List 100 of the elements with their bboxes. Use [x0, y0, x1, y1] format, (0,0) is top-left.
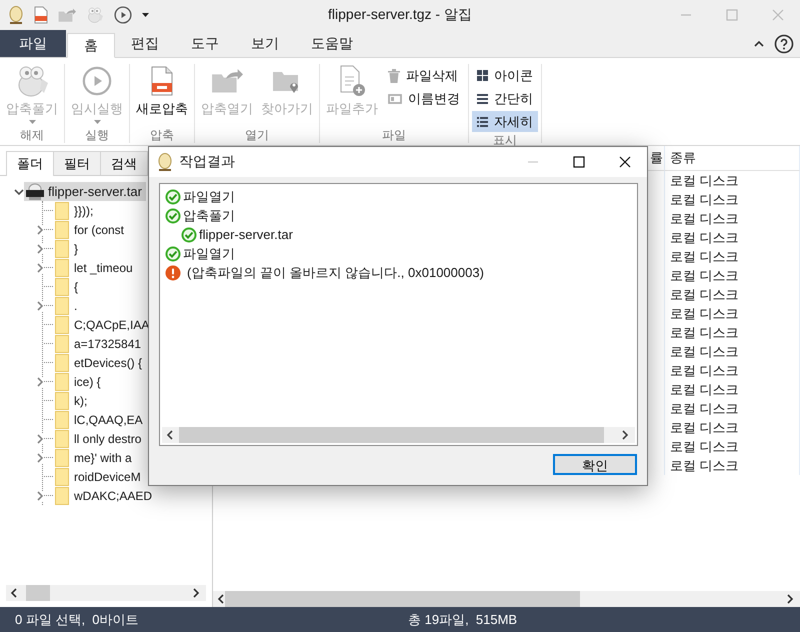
ribbon-tab[interactable]: 편집	[115, 30, 175, 57]
table-cell: 로컬 디스크	[670, 266, 739, 284]
folder-icon	[55, 392, 69, 410]
folder-icon	[55, 354, 69, 372]
folder-arrow-icon	[211, 68, 243, 94]
column-header[interactable]: 종류	[670, 149, 696, 167]
panel-tab[interactable]: 필터	[53, 151, 101, 175]
result-text: flipper-server.tar	[199, 227, 293, 242]
scroll-thumb[interactable]	[225, 591, 580, 607]
table-cell: 로컬 디스크	[670, 248, 739, 266]
group-label: 열기	[245, 127, 269, 144]
result-text: 파일열기	[183, 188, 235, 206]
folder-icon	[55, 334, 69, 352]
customize-caret-icon[interactable]	[142, 13, 149, 17]
table-cell: 로컬 디스크	[670, 324, 739, 342]
group-label: 실행	[85, 127, 109, 144]
group-label: 파일	[382, 127, 406, 144]
table-cell: 로컬 디스크	[670, 190, 739, 208]
collapse-ribbon-icon[interactable]	[754, 38, 764, 48]
tree-item[interactable]: for (const	[74, 222, 124, 236]
tree-item[interactable]: wDAKC;AAED	[74, 488, 152, 502]
folder-icon	[55, 448, 69, 466]
app-logo-icon	[157, 153, 173, 171]
zip-file-icon	[150, 66, 174, 96]
ribbon-tab[interactable]: 보기	[235, 30, 295, 57]
table-cell: 로컬 디스크	[670, 342, 739, 360]
panel-tab[interactable]: 검색	[100, 151, 148, 175]
tree-item[interactable]: {	[74, 280, 78, 294]
table-cell: 로컬 디스크	[670, 286, 739, 304]
scroll-right-icon[interactable]	[786, 594, 796, 604]
table-cell: 로컬 디스크	[670, 304, 739, 322]
trash-icon	[388, 68, 400, 82]
table-cell: 로컬 디스크	[670, 380, 739, 398]
maximize-icon[interactable]	[573, 156, 585, 168]
ribbon-tab[interactable]: 도움말	[295, 30, 369, 57]
group-label: 압축	[150, 127, 174, 144]
tree-item[interactable]: C;QACpE,IAA	[74, 318, 150, 332]
folder-icon	[55, 278, 69, 296]
tree-item[interactable]: .	[74, 298, 78, 312]
horizontal-scrollbar[interactable]	[213, 591, 800, 607]
folder-icon	[55, 468, 69, 486]
ribbon-button[interactable]: 간단히	[472, 88, 538, 109]
grid-icon	[477, 70, 488, 81]
window-title: flipper-server.tgz - 알집	[328, 6, 472, 22]
ribbon-tab[interactable]: 도구	[175, 30, 235, 57]
tree-item[interactable]: lC,QAAQ,EA	[74, 412, 143, 426]
tree-item[interactable]: }	[74, 242, 78, 256]
tree-item[interactable]: ll only destro	[74, 432, 142, 446]
folder-icon	[55, 410, 69, 428]
file-add-icon	[338, 65, 366, 97]
ok-button[interactable]: 확인	[553, 454, 637, 475]
total-status: 총 19파일, 515MB	[408, 610, 518, 628]
folder-arrow-icon[interactable]	[58, 8, 76, 22]
table-cell: 로컬 디스크	[670, 456, 739, 474]
table-cell: 로컬 디스크	[670, 418, 739, 436]
scroll-thumb[interactable]	[26, 585, 50, 601]
tree-item[interactable]: ice) {	[74, 374, 101, 388]
table-cell: 로컬 디스크	[670, 362, 739, 380]
ribbon-tab[interactable]: 홈	[67, 33, 115, 58]
table-cell: 로컬 디스크	[670, 172, 739, 190]
folder-icon	[55, 296, 69, 314]
result-text: 파일열기	[183, 244, 235, 262]
tree-item[interactable]: a=17325841	[74, 336, 142, 350]
result-text: (압축파일의 끝이 올바르지 않습니다., 0x01000003)	[187, 264, 484, 282]
ribbon-button[interactable]: 새로압축	[133, 64, 191, 127]
tree-item[interactable]: }}));	[74, 204, 94, 218]
tree-item[interactable]: let _timeou	[74, 260, 133, 274]
folder-icon	[55, 258, 69, 276]
table-cell: 로컬 디스크	[670, 210, 739, 228]
folder-icon	[55, 202, 69, 220]
dialog-title: 작업결과	[179, 153, 235, 171]
help-icon[interactable]	[774, 34, 794, 54]
folder-icon	[55, 240, 69, 258]
scroll-right-icon[interactable]	[192, 588, 202, 598]
rename-icon	[388, 94, 402, 104]
play-icon	[82, 66, 112, 96]
file-menu-button[interactable]: 파일	[0, 30, 66, 57]
selection-status: 0 파일 선택, 0바이트	[15, 610, 139, 628]
ribbon-button[interactable]: 자세히	[472, 111, 538, 132]
folder-icon	[55, 372, 69, 390]
tree-item[interactable]: me}' with a	[74, 450, 132, 464]
tree-item[interactable]: roidDeviceM	[74, 470, 141, 484]
panel-tab[interactable]: 폴더	[6, 151, 54, 176]
folder-icon	[55, 316, 69, 334]
folder-icon	[55, 486, 69, 504]
table-cell: 로컬 디스크	[670, 438, 739, 456]
table-cell: 로컬 디스크	[670, 400, 739, 418]
tree-item[interactable]: k);	[74, 394, 88, 408]
tree-item[interactable]: flipper-server.tar	[24, 182, 146, 201]
folder-icon	[55, 430, 69, 448]
play-icon[interactable]	[114, 6, 132, 24]
close-icon[interactable]	[619, 156, 631, 168]
zip-file-icon[interactable]	[34, 6, 48, 24]
ribbon-button[interactable]: 아이콘	[472, 65, 538, 86]
column-header[interactable]: 률	[650, 149, 663, 167]
tree-item[interactable]: etDevices() {	[74, 356, 142, 370]
scroll-right-icon[interactable]	[621, 430, 631, 440]
app-logo-icon[interactable]	[8, 6, 24, 24]
result-text: 압축풀기	[183, 206, 235, 224]
horizontal-scrollbar[interactable]	[6, 585, 206, 601]
